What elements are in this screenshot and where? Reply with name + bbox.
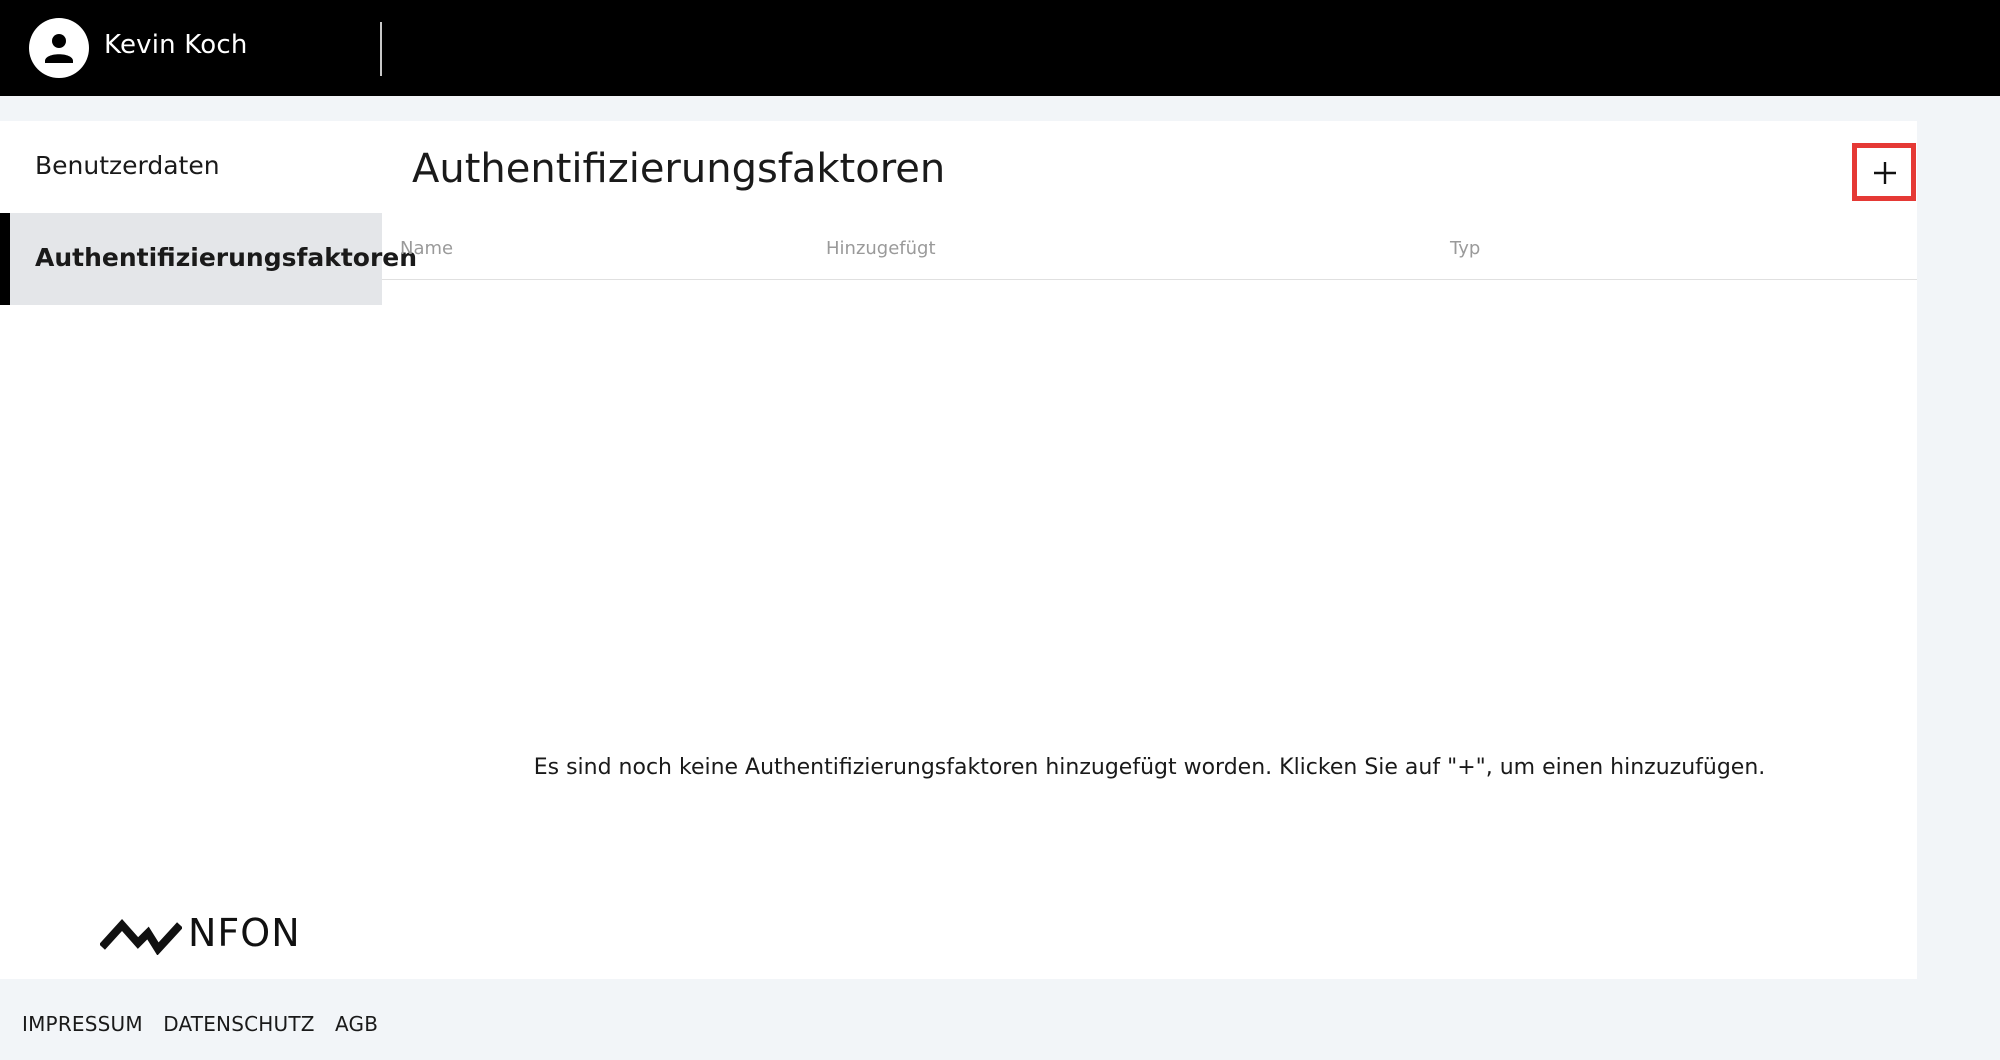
user-icon xyxy=(45,34,73,63)
user-name[interactable]: Kevin Koch xyxy=(104,30,248,60)
footer-link-impressum[interactable]: IMPRESSUM xyxy=(22,1012,143,1036)
top-bar: Kevin Koch xyxy=(0,0,2000,96)
empty-state-message: Es sind noch keine Authentifizierungsfak… xyxy=(533,755,1766,780)
avatar[interactable] xyxy=(29,18,89,78)
nfon-logo: NFON xyxy=(100,909,300,959)
sidebar-item-authentifizierungsfaktoren[interactable]: Authentifizierungsfaktoren xyxy=(0,213,417,305)
plus-icon xyxy=(1874,162,1896,184)
nfon-logo-icon xyxy=(100,919,182,955)
column-header-name[interactable]: Name xyxy=(400,238,453,259)
footer-link-agb[interactable]: AGB xyxy=(335,1012,378,1036)
sidebar-item-label: Benutzerdaten xyxy=(35,151,220,180)
add-factor-button[interactable] xyxy=(1852,143,1916,201)
footer-link-datenschutz[interactable]: DATENSCHUTZ xyxy=(163,1012,314,1036)
table-header: Name Hinzugefügt Typ xyxy=(382,225,1917,280)
logo-text: NFON xyxy=(188,911,301,955)
column-header-type[interactable]: Typ xyxy=(1450,238,1480,259)
page-title: Authentifizierungsfaktoren xyxy=(412,146,946,192)
sidebar: Benutzerdaten Authentifizierungsfaktoren… xyxy=(0,121,417,979)
column-header-added[interactable]: Hinzugefügt xyxy=(826,238,936,259)
content-card: Benutzerdaten Authentifizierungsfaktoren… xyxy=(0,121,1917,979)
header-divider xyxy=(380,22,382,76)
sidebar-item-benutzerdaten[interactable]: Benutzerdaten xyxy=(0,121,382,213)
footer: IMPRESSUM DATENSCHUTZ AGB xyxy=(22,1012,392,1036)
sidebar-item-label: Authentifizierungsfaktoren xyxy=(35,243,418,272)
